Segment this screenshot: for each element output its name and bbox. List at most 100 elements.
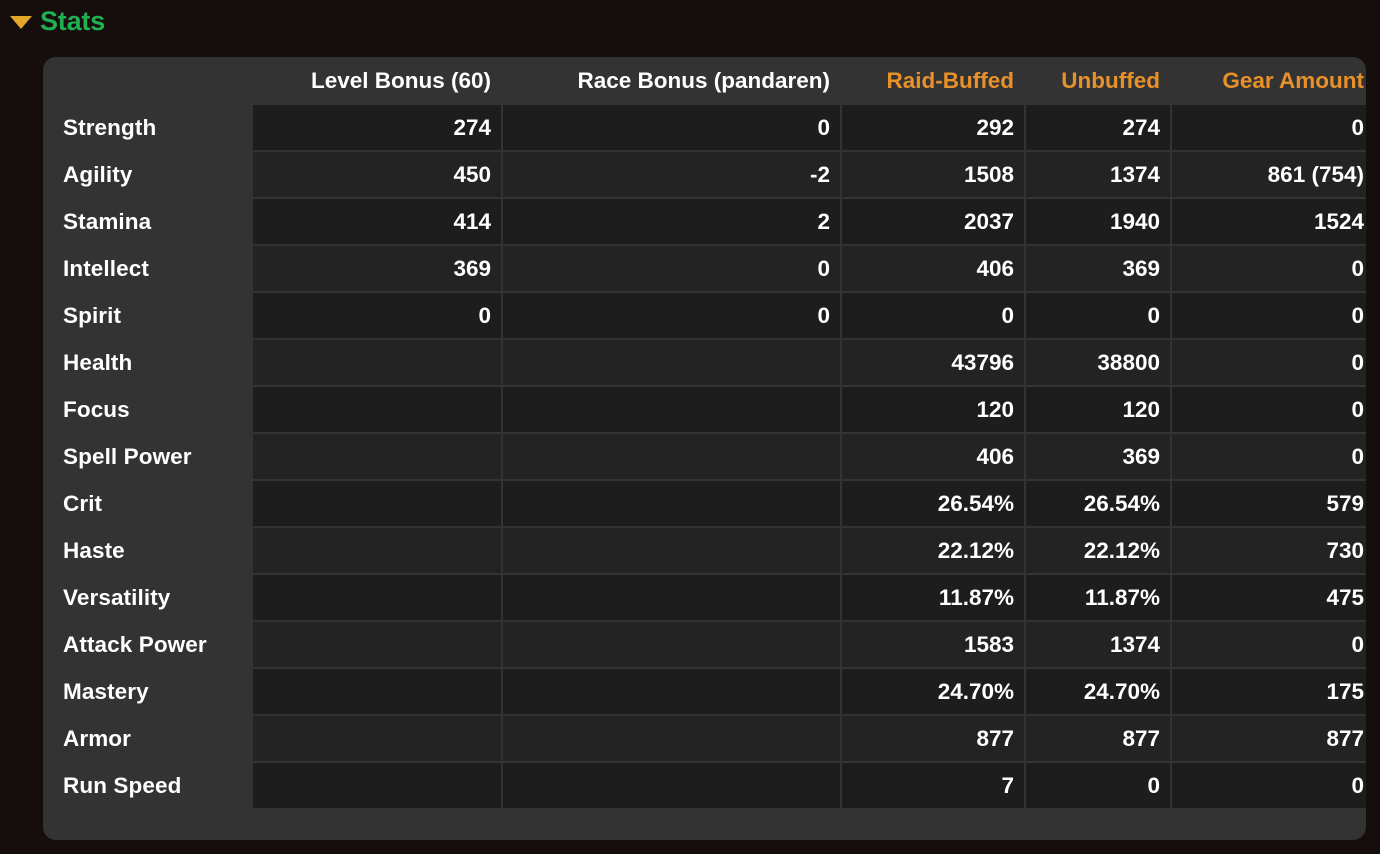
cell-race-bonus: 2	[503, 199, 840, 244]
row-label-armor: Armor	[63, 725, 132, 751]
row-label-focus: Focus	[63, 396, 130, 422]
table-row: Strength 274 0 292 274 0	[45, 105, 1366, 150]
triangle-down-icon[interactable]	[10, 16, 32, 29]
table-row: Spell Power 406 369 0	[45, 434, 1366, 479]
cell-unbuffed: 38800	[1026, 340, 1170, 385]
row-label-health: Health	[63, 349, 133, 375]
cell-unbuffed: 1374	[1026, 152, 1170, 197]
table-row: Health 43796 38800 0	[45, 340, 1366, 385]
cell-gear-amount: 0	[1172, 763, 1366, 808]
cell-raid-buffed: 120	[842, 387, 1024, 432]
cell-level-bonus	[253, 575, 501, 620]
cell-race-bonus: -2	[503, 152, 840, 197]
row-label-intellect: Intellect	[63, 255, 149, 281]
cell-gear-amount: 877	[1172, 716, 1366, 761]
table-row: Versatility 11.87% 11.87% 475	[45, 575, 1366, 620]
cell-unbuffed: 274	[1026, 105, 1170, 150]
cell-unbuffed: 26.54%	[1026, 481, 1170, 526]
column-header-race-bonus[interactable]: Race Bonus (pandaren)	[503, 59, 840, 103]
cell-raid-buffed: 1508	[842, 152, 1024, 197]
cell-gear-amount: 0	[1172, 105, 1366, 150]
cell-race-bonus	[503, 716, 840, 761]
cell-raid-buffed: 406	[842, 434, 1024, 479]
cell-level-bonus	[253, 434, 501, 479]
stats-panel: Level Bonus (60) Race Bonus (pandaren) R…	[43, 57, 1366, 840]
cell-gear-amount: 0	[1172, 340, 1366, 385]
cell-unbuffed: 11.87%	[1026, 575, 1170, 620]
cell-level-bonus	[253, 387, 501, 432]
cell-unbuffed: 22.12%	[1026, 528, 1170, 573]
stats-table-body: Strength 274 0 292 274 0 Agility 450 -2 1508 1374 8…	[45, 105, 1366, 808]
cell-gear-amount: 1524	[1172, 199, 1366, 244]
table-row: Stamina 414 2 2037 1940 1524	[45, 199, 1366, 244]
cell-raid-buffed: 22.12%	[842, 528, 1024, 573]
cell-raid-buffed: 0	[842, 293, 1024, 338]
table-row: Spirit 0 0 0 0 0	[45, 293, 1366, 338]
cell-raid-buffed: 24.70%	[842, 669, 1024, 714]
column-header-level-bonus[interactable]: Level Bonus (60)	[253, 59, 501, 103]
cell-race-bonus	[503, 481, 840, 526]
stats-table: Level Bonus (60) Race Bonus (pandaren) R…	[43, 57, 1366, 810]
table-row: Agility 450 -2 1508 1374 861 (754)	[45, 152, 1366, 197]
row-label-spirit: Spirit	[63, 302, 122, 328]
cell-unbuffed: 877	[1026, 716, 1170, 761]
cell-race-bonus	[503, 340, 840, 385]
cell-level-bonus: 414	[253, 199, 501, 244]
row-label-versatility: Versatility	[63, 584, 171, 610]
column-header-gear-amount[interactable]: Gear Amount	[1172, 59, 1366, 103]
cell-unbuffed: 369	[1026, 246, 1170, 291]
stats-table-head: Level Bonus (60) Race Bonus (pandaren) R…	[45, 59, 1366, 103]
row-label-mastery: Mastery	[63, 678, 149, 704]
cell-gear-amount: 730	[1172, 528, 1366, 573]
cell-gear-amount: 0	[1172, 293, 1366, 338]
cell-gear-amount: 0	[1172, 622, 1366, 667]
cell-raid-buffed: 1583	[842, 622, 1024, 667]
cell-raid-buffed: 11.87%	[842, 575, 1024, 620]
table-row: Focus 120 120 0	[45, 387, 1366, 432]
cell-level-bonus	[253, 528, 501, 573]
cell-unbuffed: 120	[1026, 387, 1170, 432]
cell-race-bonus: 0	[503, 293, 840, 338]
cell-unbuffed: 369	[1026, 434, 1170, 479]
cell-race-bonus: 0	[503, 105, 840, 150]
cell-raid-buffed: 292	[842, 105, 1024, 150]
table-row: Crit 26.54% 26.54% 579	[45, 481, 1366, 526]
table-header-row: Level Bonus (60) Race Bonus (pandaren) R…	[45, 59, 1366, 103]
cell-race-bonus	[503, 434, 840, 479]
row-label-stamina: Stamina	[63, 208, 152, 234]
row-label-run-speed: Run Speed	[63, 772, 182, 798]
row-label-haste: Haste	[63, 537, 125, 563]
cell-unbuffed: 0	[1026, 293, 1170, 338]
cell-raid-buffed: 877	[842, 716, 1024, 761]
row-label-crit: Crit	[63, 490, 103, 516]
cell-unbuffed: 1374	[1026, 622, 1170, 667]
table-row: Intellect 369 0 406 369 0	[45, 246, 1366, 291]
cell-level-bonus	[253, 622, 501, 667]
column-header-unbuffed[interactable]: Unbuffed	[1026, 59, 1170, 103]
cell-gear-amount: 0	[1172, 246, 1366, 291]
cell-level-bonus	[253, 669, 501, 714]
cell-race-bonus	[503, 387, 840, 432]
cell-unbuffed: 24.70%	[1026, 669, 1170, 714]
cell-gear-amount: 475	[1172, 575, 1366, 620]
column-header-raid-buffed[interactable]: Raid-Buffed	[842, 59, 1024, 103]
table-row: Attack Power 1583 1374 0	[45, 622, 1366, 667]
cell-level-bonus	[253, 763, 501, 808]
row-label-agility: Agility	[63, 161, 133, 187]
cell-gear-amount: 0	[1172, 434, 1366, 479]
cell-level-bonus	[253, 716, 501, 761]
row-label-attack-power: Attack Power	[63, 631, 207, 657]
cell-race-bonus	[503, 622, 840, 667]
cell-raid-buffed: 2037	[842, 199, 1024, 244]
table-row: Run Speed 7 0 0	[45, 763, 1366, 808]
cell-race-bonus: 0	[503, 246, 840, 291]
row-label-spell-power: Spell Power	[63, 443, 192, 469]
page-title: Stats	[40, 5, 106, 36]
row-label-strength: Strength	[63, 114, 157, 140]
stats-section-header[interactable]: Stats	[10, 2, 105, 40]
cell-level-bonus: 450	[253, 152, 501, 197]
cell-gear-amount: 579	[1172, 481, 1366, 526]
cell-unbuffed: 1940	[1026, 199, 1170, 244]
cell-gear-amount: 861 (754)	[1172, 152, 1366, 197]
table-row: Armor 877 877 877	[45, 716, 1366, 761]
